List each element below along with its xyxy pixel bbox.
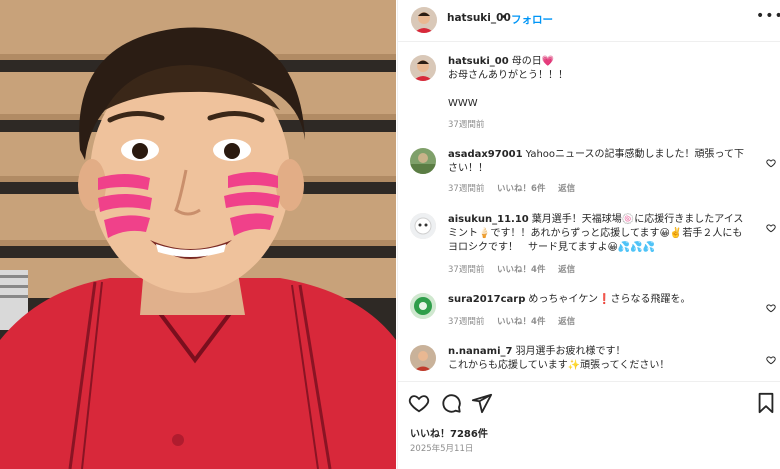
comment-text: めっちゃイケン❗さらなる飛躍を。 xyxy=(528,294,691,305)
comment-body: n.nanami_7 羽月選手お疲れ様です！ これからも応援しています✨頑張ってく… xyxy=(448,345,748,373)
post-photo xyxy=(0,0,396,469)
comment-likes[interactable]: いいね！6件 xyxy=(497,184,545,194)
comment-icon[interactable] xyxy=(440,392,462,414)
comment-avatar[interactable] xyxy=(410,148,436,174)
follow-button[interactable]: フォロー xyxy=(511,12,553,27)
comment-avatar[interactable] xyxy=(410,345,436,371)
likes-count[interactable]: いいね！7286件 xyxy=(410,425,488,440)
comment-meta: 37週間前 いいね！4件 返信 xyxy=(448,315,585,327)
selfie-illustration xyxy=(0,0,396,469)
comment-username[interactable]: sura2017carp xyxy=(448,294,525,305)
comment-heart-icon[interactable] xyxy=(766,223,776,233)
caption-username[interactable]: hatsuki_00 xyxy=(448,56,509,67)
comment-time[interactable]: 37週間前 xyxy=(448,184,484,194)
reply-button[interactable]: 返信 xyxy=(558,317,575,327)
separator-dot: • xyxy=(501,12,507,23)
comment-likes[interactable]: いいね！4件 xyxy=(497,317,545,327)
caption-time[interactable]: 37週間前 xyxy=(448,120,484,130)
comment-meta: 37週間前 いいね！4件 返信 xyxy=(448,263,585,275)
comment-username[interactable]: n.nanami_7 xyxy=(448,346,512,357)
send-icon[interactable] xyxy=(471,392,493,414)
caption-body: hatsuki_00 母の日💗 お母さんありがとう！！！ WWW xyxy=(448,55,748,111)
comment-heart-icon[interactable] xyxy=(766,158,776,168)
comment-body: aisukun_11.10 葉月選手！天福球場🍥に応援行きましたアイスミント🍦です… xyxy=(448,213,748,255)
author-avatar[interactable] xyxy=(411,7,437,33)
caption-avatar[interactable] xyxy=(410,55,436,81)
comment-username[interactable]: asadax97001 xyxy=(448,149,523,160)
post-date: 2025年5月11日 xyxy=(410,444,474,454)
comment-body: sura2017carp めっちゃイケン❗さらなる飛躍を。 xyxy=(448,293,748,307)
comment-likes[interactable]: いいね！4件 xyxy=(497,265,545,275)
comments-list[interactable]: hatsuki_00 母の日💗 お母さんありがとう！！！ WWW 37週間前 as… xyxy=(398,43,780,373)
comment-avatar[interactable] xyxy=(410,293,436,319)
comment-meta: 37週間前 いいね！6件 返信 xyxy=(448,182,585,194)
post-actions: いいね！7286件 2025年5月11日 xyxy=(398,381,780,469)
more-options-icon[interactable]: ••• xyxy=(756,8,780,24)
comment-time[interactable]: 37週間前 xyxy=(448,265,484,275)
post-header: hatsuki_00 • フォロー ••• xyxy=(398,0,780,42)
comment-time[interactable]: 37週間前 xyxy=(448,317,484,327)
comment-username[interactable]: aisukun_11.10 xyxy=(448,214,529,225)
comment-heart-icon[interactable] xyxy=(766,303,776,313)
comment-body: asadax97001 Yahooニュースの記事感動しました！頑張って下さい！！ xyxy=(448,148,748,176)
reply-button[interactable]: 返信 xyxy=(558,265,575,275)
like-heart-icon[interactable] xyxy=(408,392,430,414)
bookmark-icon[interactable] xyxy=(755,392,777,414)
comment-heart-icon[interactable] xyxy=(766,355,776,365)
caption-meta: 37週間前 xyxy=(448,118,494,130)
comment-avatar[interactable] xyxy=(410,213,436,239)
reply-button[interactable]: 返信 xyxy=(558,184,575,194)
post-panel: hatsuki_00 • フォロー ••• hatsuki_00母の日💗 お母さ… xyxy=(397,0,780,469)
